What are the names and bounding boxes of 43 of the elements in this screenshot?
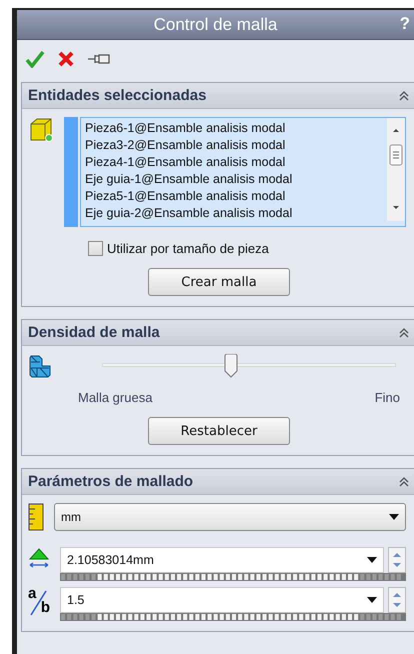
section-header[interactable]: Densidad de malla [22,320,414,346]
reset-button[interactable]: Restablecer [148,417,290,445]
unit-dropdown[interactable]: mm [54,503,406,531]
slider-thumb[interactable] [224,354,238,378]
section-header[interactable]: Parámetros de mallado [22,469,414,495]
spin-buttons-icon[interactable] [388,587,406,613]
list-item[interactable]: Pieza4-1@Ensamble analisis modal [85,154,383,171]
window-title: Control de malla [154,14,278,34]
slider-min-label: Malla gruesa [78,390,152,405]
slider-track[interactable] [102,354,396,378]
list-item[interactable]: Pieza6-1@Ensamble analisis modal [85,120,383,137]
thumbwheel-drawing[interactable] [60,573,406,581]
selection-list[interactable] [80,117,406,227]
list-item[interactable]: Pieza3-2@Ensamble analisis modal [85,137,383,154]
dropdown-arrow-icon[interactable] [367,557,377,563]
collapse-icon[interactable] [398,90,410,102]
number-field[interactable]: 2.10583014mm [60,547,384,573]
create-mesh-button[interactable]: Crear malla [148,268,290,296]
slider-max-label: Fino [374,390,400,405]
number-field[interactable]: 1.5 [60,587,384,613]
ok-button[interactable] [25,50,45,68]
triangle-size-icon [28,547,50,569]
section-header[interactable]: Entidades seleccionadas [22,83,414,109]
section-title: Densidad de malla [28,324,160,341]
checkbox-label: Utilizar por tamaño de pieza [107,241,269,256]
list-item[interactable]: Eje guia-1@Ensamble analisis modal [85,171,383,188]
collapse-icon[interactable] [398,326,410,338]
pin-button[interactable] [87,52,111,66]
dropdown-arrow-icon[interactable] [367,597,377,603]
checkbox[interactable] [88,241,103,256]
scrollbar-drawing[interactable] [387,118,405,221]
section-title: Entidades seleccionadas [28,87,206,104]
section-title: Parámetros de mallado [28,473,194,490]
ruler-icon [28,503,44,531]
dropdown-arrow-icon[interactable] [389,514,399,520]
close-button[interactable] [57,50,75,68]
list-item[interactable]: Eje guia-2@Ensamble analisis modal [85,205,383,222]
cube-icon [28,117,54,143]
spin-buttons-icon[interactable] [388,547,406,573]
thumbwheel-drawing[interactable] [60,613,406,621]
mesh-cubes-icon [28,354,52,378]
collapse-icon[interactable] [398,476,410,488]
list-item[interactable]: Pieza5-1@Ensamble analisis modal [85,188,383,205]
